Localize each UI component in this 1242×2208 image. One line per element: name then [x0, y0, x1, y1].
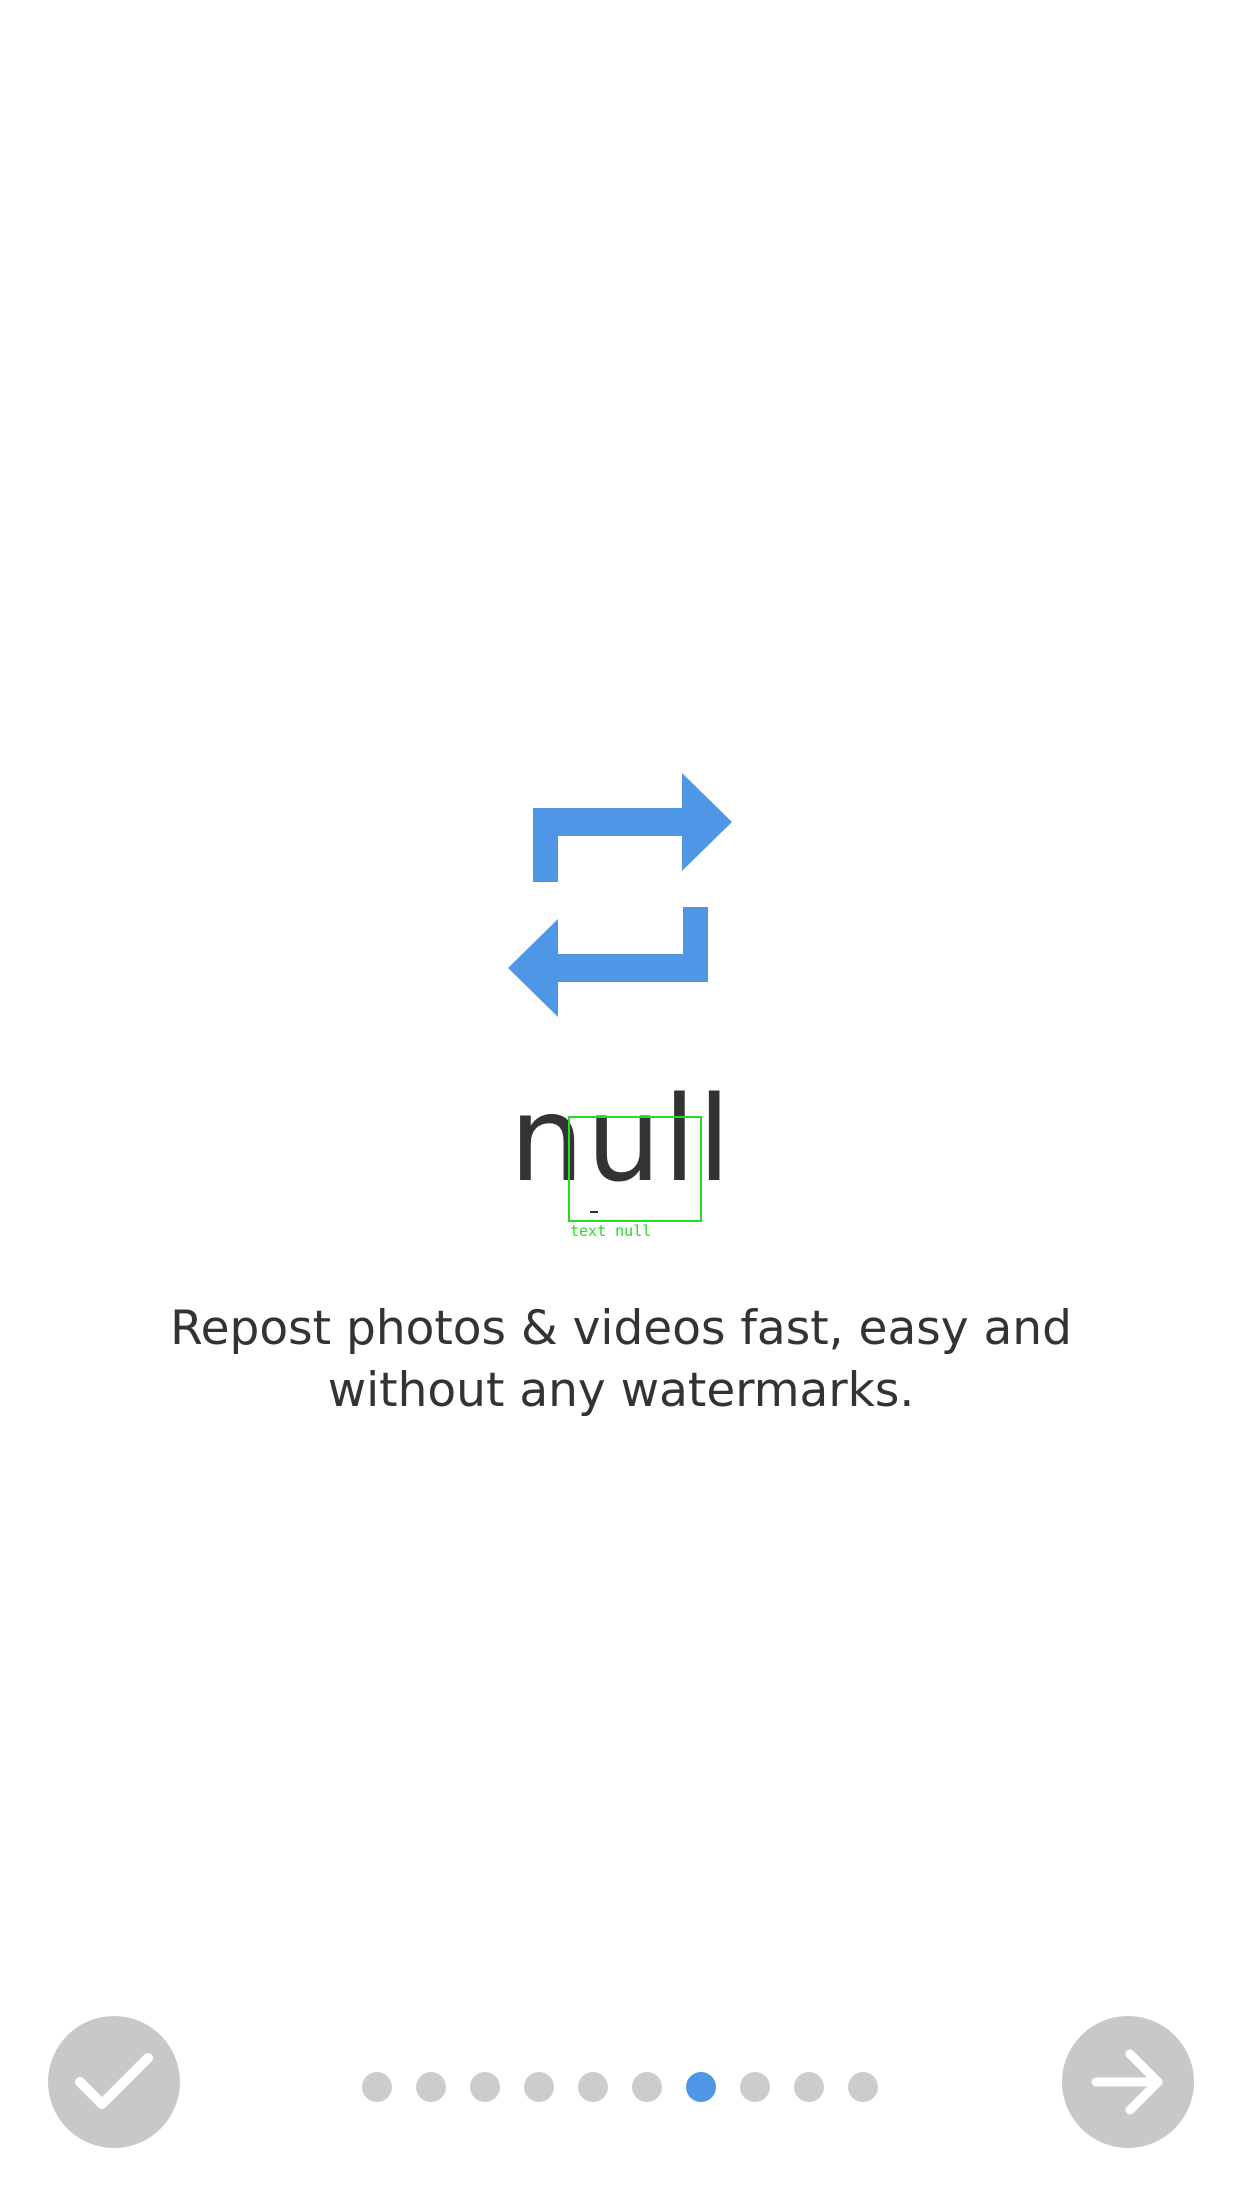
page-dot-4[interactable] [524, 2072, 554, 2102]
debug-label: text null [570, 1222, 652, 1240]
onboarding-description: Repost photos & videos fast, easy and wi… [170, 1301, 1072, 1418]
page-dot-3[interactable] [470, 2072, 500, 2102]
done-button[interactable] [48, 2016, 180, 2148]
page-dot-1[interactable] [362, 2072, 392, 2102]
debug-bounding-box [568, 1116, 702, 1222]
page-dot-7-active[interactable] [686, 2072, 716, 2102]
page-indicator [362, 2072, 878, 2102]
repost-icon [505, 770, 735, 1020]
page-dot-5[interactable] [578, 2072, 608, 2102]
page-dot-9[interactable] [794, 2072, 824, 2102]
page-dot-10[interactable] [848, 2072, 878, 2102]
page-dot-2[interactable] [416, 2072, 446, 2102]
debug-marker [590, 1211, 598, 1213]
checkmark-icon [75, 2053, 153, 2109]
onboarding-screen: null text null Repost photos & videos fa… [0, 0, 1242, 2208]
next-button[interactable] [1062, 2016, 1194, 2148]
page-dot-8[interactable] [740, 2072, 770, 2102]
page-dot-6[interactable] [632, 2072, 662, 2102]
arrow-right-icon [1091, 2049, 1163, 2115]
